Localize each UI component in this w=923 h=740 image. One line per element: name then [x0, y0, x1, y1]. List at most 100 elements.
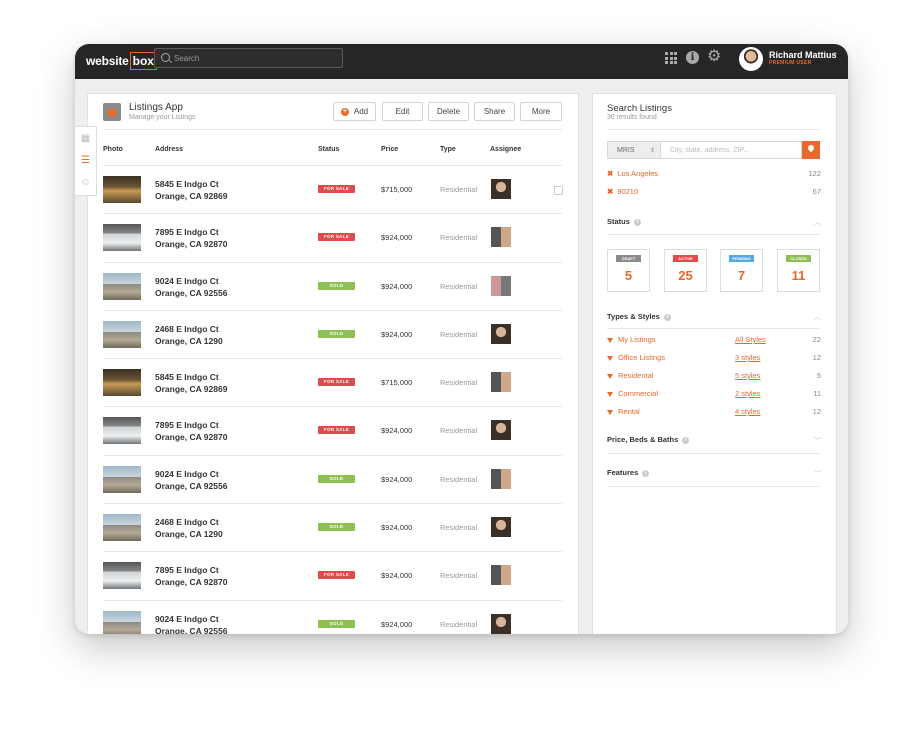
remove-icon[interactable]: ✖: [607, 169, 613, 178]
table-row[interactable]: 7895 E Indgo Ct Orange, CA 92870 FOR SAL…: [103, 551, 562, 599]
filter-tag-los-angeles[interactable]: ✖ Los Angeles: [607, 169, 658, 178]
listings-app-icon: [103, 103, 121, 121]
status-filter-pending[interactable]: PENDING 7: [720, 249, 763, 292]
styles-link[interactable]: 5 styles: [735, 371, 760, 380]
tag-label: Los Angeles: [617, 169, 659, 178]
assignee-avatar[interactable]: [491, 420, 511, 441]
listing-photo: [103, 610, 141, 634]
view-switcher: ▦ ☰ ☺: [75, 126, 97, 196]
features-section-header[interactable]: Features i: [607, 468, 650, 477]
status-filter-active[interactable]: ACTIVE 25: [664, 249, 707, 292]
user-avatar[interactable]: [739, 47, 763, 71]
assignee-avatar[interactable]: [491, 275, 511, 296]
assignee-avatar[interactable]: [491, 227, 511, 248]
styles-link[interactable]: 4 styles: [735, 407, 760, 416]
website-box-logo[interactable]: website box: [86, 50, 157, 72]
column-header-type[interactable]: Type: [440, 146, 456, 153]
grid-view-icon[interactable]: ▦: [75, 127, 96, 149]
assignee-avatar[interactable]: [491, 565, 511, 586]
location-pin-button[interactable]: [802, 141, 820, 159]
results-count: 30 results found: [607, 114, 657, 121]
address-line-2: Orange, CA 1290: [155, 335, 223, 346]
apps-grid-icon[interactable]: [665, 52, 677, 64]
address-line-1: 9024 E Indgo Ct: [155, 275, 219, 286]
type-filter-commercial[interactable]: Commercial: [607, 389, 658, 398]
styles-link[interactable]: 2 styles: [735, 389, 760, 398]
property-type: Residential: [440, 281, 478, 291]
filter-icon: [607, 409, 613, 415]
logo-word: website: [86, 54, 129, 68]
type-count: 12: [812, 353, 821, 362]
add-button[interactable]: + Add: [333, 102, 376, 121]
table-row[interactable]: 7895 E Indgo Ct Orange, CA 92870 FOR SAL…: [103, 406, 562, 454]
assignee-avatar[interactable]: [491, 517, 511, 538]
type-filter-office-listings[interactable]: Office Listings: [607, 353, 665, 362]
status-filter-draft[interactable]: DRAFT 5: [607, 249, 650, 292]
assignee-avatar[interactable]: [491, 323, 511, 344]
delete-button[interactable]: Delete: [428, 102, 469, 121]
table-row[interactable]: 9024 E Indgo Ct Orange, CA 92556 SOLD $9…: [103, 454, 562, 503]
table-row[interactable]: 2468 E Indgo Ct Orange, CA 1290 SOLD $92…: [103, 309, 562, 358]
property-type: Residential: [440, 378, 478, 388]
assignee-avatar[interactable]: [491, 179, 511, 199]
styles-link[interactable]: All Styles: [735, 335, 766, 344]
logo-box-word: box: [129, 52, 157, 70]
list-view-icon[interactable]: ☰: [75, 149, 96, 171]
status-title: Status: [607, 217, 630, 226]
styles-link[interactable]: 3 styles: [735, 353, 760, 362]
search-input[interactable]: [172, 50, 336, 66]
share-button[interactable]: Share: [474, 102, 515, 121]
listing-photo: [103, 465, 141, 493]
status-label: PENDING: [729, 255, 754, 262]
chevron-up-icon[interactable]: ︿: [814, 312, 821, 322]
property-type: Residential: [440, 426, 478, 436]
address-line-1: 7895 E Indgo Ct: [155, 420, 219, 431]
types-section-header[interactable]: Types & Styles i: [607, 312, 671, 321]
info-icon[interactable]: i: [686, 51, 699, 64]
divider: [607, 453, 820, 454]
type-filter-residental[interactable]: Residental: [607, 371, 653, 380]
edit-button[interactable]: Edit: [382, 102, 423, 121]
table-row[interactable]: 9024 E Indgo Ct Orange, CA 92556 SOLD $9…: [103, 599, 562, 634]
user-name[interactable]: Richard Mattius: [769, 50, 837, 60]
status-badge: FOR SALE: [318, 378, 355, 387]
divider: [607, 486, 820, 487]
address-line-2: Orange, CA 1290: [155, 529, 223, 540]
table-row[interactable]: 7895 E Indgo Ct Orange, CA 92870 FOR SAL…: [103, 213, 562, 261]
price-section-header[interactable]: Price, Beds & Baths i: [607, 435, 690, 444]
chevron-down-icon[interactable]: ▼: [832, 52, 838, 58]
person-view-icon[interactable]: ☺: [75, 171, 96, 193]
status-filter-closed[interactable]: CLOSED 11: [777, 249, 820, 292]
chevron-down-icon[interactable]: ﹀: [814, 436, 821, 446]
more-button[interactable]: More: [520, 102, 562, 121]
column-header-assignee[interactable]: Assignee: [490, 146, 521, 153]
column-header-photo[interactable]: Photo: [103, 146, 123, 153]
chevron-down-icon[interactable]: ﹀: [814, 469, 821, 479]
select-arrows-icon: ⇕: [649, 148, 655, 154]
column-header-price[interactable]: Price: [381, 146, 398, 153]
location-input[interactable]: [661, 141, 802, 159]
gear-icon[interactable]: ⚙: [707, 49, 721, 65]
remove-icon[interactable]: ✖: [607, 187, 613, 196]
table-row[interactable]: 9024 E Indgo Ct Orange, CA 92556 SOLD $9…: [103, 261, 562, 310]
type-filter-my-listings[interactable]: My Listings: [607, 335, 656, 344]
page-title: Listings App: [129, 102, 183, 113]
column-header-address[interactable]: Address: [155, 146, 183, 153]
assignee-avatar[interactable]: [491, 613, 511, 634]
table-row[interactable]: 2468 E Indgo Ct Orange, CA 1290 SOLD $92…: [103, 503, 562, 551]
table-row[interactable]: 5845 E Indgo Ct Orange, CA 92869 FOR SAL…: [103, 165, 563, 213]
filter-tag-90210[interactable]: ✖ 90210: [607, 187, 638, 196]
search-icon: [161, 53, 170, 62]
assignee-avatar[interactable]: [491, 372, 511, 393]
status-badge: SOLD: [318, 619, 355, 628]
source-select[interactable]: MRIS ⇕: [607, 141, 661, 159]
status-badge: SOLD: [318, 329, 355, 338]
status-section-header[interactable]: Status i: [607, 217, 641, 226]
price: $924,000: [381, 281, 413, 291]
type-filter-rental[interactable]: Rental: [607, 407, 640, 416]
assignee-avatar[interactable]: [491, 468, 511, 489]
row-checkbox[interactable]: [554, 186, 563, 195]
chevron-up-icon[interactable]: ︿: [814, 217, 821, 227]
column-header-status[interactable]: Status: [318, 146, 339, 153]
table-row[interactable]: 5845 E Indgo Ct Orange, CA 92869 FOR SAL…: [103, 358, 562, 406]
